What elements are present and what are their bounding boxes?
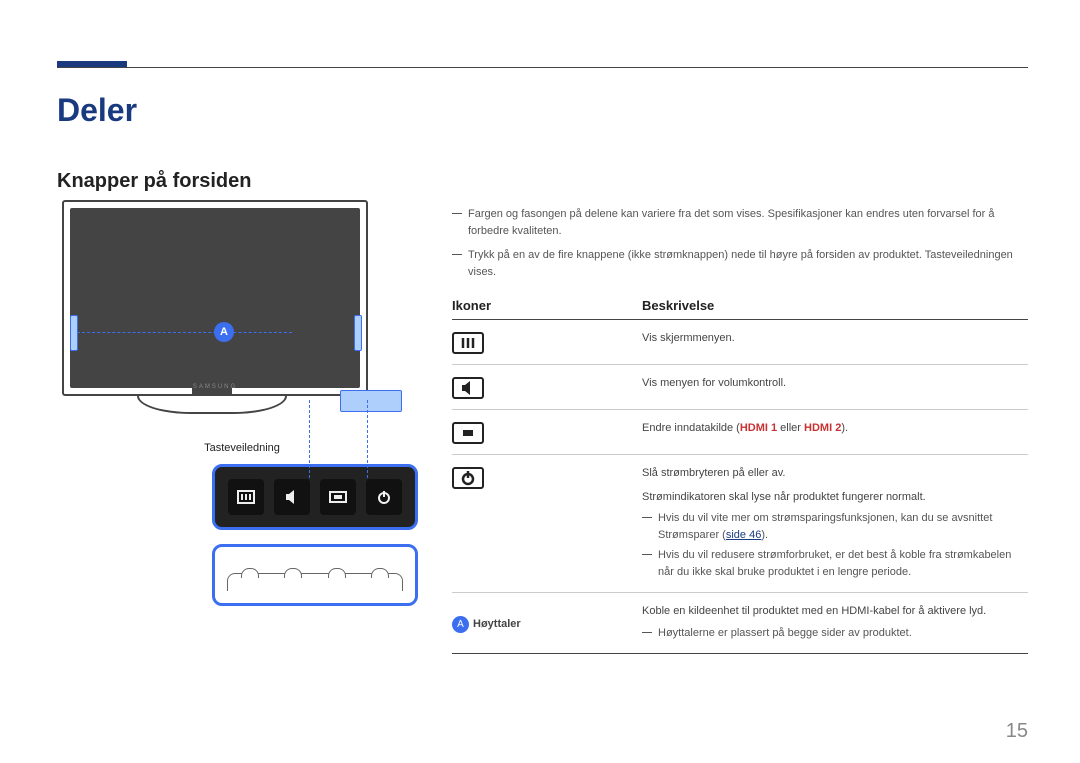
description-column: Fargen og fasongen på delene kan variere… bbox=[452, 206, 1028, 654]
table-row: Slå strømbryteren på eller av. Strømindi… bbox=[452, 455, 1028, 593]
speaker-highlight-right bbox=[354, 315, 362, 351]
row-desc: Endre inndatakilde (HDMI 1 eller HDMI 2)… bbox=[642, 420, 1028, 444]
text: ). bbox=[841, 422, 848, 434]
menu-button-icon bbox=[228, 479, 264, 515]
text: Strømindikatoren skal lyse når produktet… bbox=[642, 489, 1028, 507]
table-row: Vis skjermmenyen. bbox=[452, 320, 1028, 365]
page-title: Deler bbox=[57, 92, 137, 129]
monitor-stand bbox=[137, 396, 287, 414]
speaker-label: Høyttaler bbox=[473, 618, 521, 630]
text: eller bbox=[777, 422, 804, 434]
callout-line-vertical bbox=[309, 400, 310, 478]
note-text: Høyttalerne er plassert på begge sider a… bbox=[642, 625, 1028, 642]
brand-label: SAMSUNG bbox=[193, 384, 237, 390]
power-button-icon bbox=[366, 479, 402, 515]
button-bump bbox=[371, 568, 389, 578]
page-number: 15 bbox=[1006, 720, 1028, 743]
col-header-desc: Beskrivelse bbox=[642, 298, 1028, 313]
row-desc: Vis menyen for volumkontroll. bbox=[642, 375, 1028, 399]
hdmi1-label: HDMI 1 bbox=[740, 422, 777, 434]
table-row: A Høyttaler Koble en kildeenhet til prod… bbox=[452, 593, 1028, 654]
speaker-highlight-left bbox=[70, 315, 78, 351]
button-panel-zoom bbox=[212, 464, 418, 530]
volume-button-icon bbox=[274, 479, 310, 515]
text: ). bbox=[761, 529, 768, 541]
col-header-icons: Ikoner bbox=[452, 298, 642, 313]
callout-line-vertical bbox=[367, 400, 368, 478]
guide-caption: Tasteveiledning bbox=[57, 442, 427, 454]
monitor-frame: SAMSUNG bbox=[62, 200, 368, 396]
marker-a-icon: A bbox=[214, 322, 234, 342]
power-icon bbox=[452, 467, 484, 489]
note-text: Fargen og fasongen på delene kan variere… bbox=[452, 206, 1028, 239]
marker-a-icon: A bbox=[452, 616, 469, 633]
button-bump bbox=[241, 568, 259, 578]
bottom-edge-zoom bbox=[212, 544, 418, 606]
monitor-illustration: SAMSUNG A bbox=[57, 200, 412, 430]
button-area-highlight bbox=[340, 390, 402, 412]
volume-icon bbox=[452, 377, 484, 399]
note-text: Hvis du vil vite mer om strømsparingsfun… bbox=[642, 510, 1028, 543]
header-rule bbox=[57, 67, 1028, 68]
note-text: Hvis du vil redusere strømforbruket, er … bbox=[642, 547, 1028, 580]
zoom-callout bbox=[212, 464, 418, 606]
menu-icon bbox=[452, 332, 484, 354]
row-desc: Slå strømbryteren på eller av. Strømindi… bbox=[642, 465, 1028, 582]
text: Endre inndatakilde ( bbox=[642, 422, 740, 434]
source-icon bbox=[452, 422, 484, 444]
button-bump bbox=[328, 568, 346, 578]
table-header: Ikoner Beskrivelse bbox=[452, 290, 1028, 320]
section-title: Knapper på forsiden bbox=[57, 170, 251, 193]
table-row: Vis menyen for volumkontroll. bbox=[452, 365, 1028, 410]
row-desc: Koble en kildeenhet til produktet med en… bbox=[642, 603, 1028, 643]
illustration-column: SAMSUNG A Tasteveiledning bbox=[57, 200, 427, 606]
note-text: Trykk på en av de fire knappene (ikke st… bbox=[452, 247, 1028, 280]
source-button-icon bbox=[320, 479, 356, 515]
callout-line-horizontal bbox=[77, 332, 292, 333]
text: Hvis du vil vite mer om strømsparingsfun… bbox=[658, 512, 992, 541]
button-bump bbox=[284, 568, 302, 578]
page-link[interactable]: side 46 bbox=[726, 529, 761, 541]
text: Slå strømbryteren på eller av. bbox=[642, 465, 1028, 483]
table-row: Endre inndatakilde (HDMI 1 eller HDMI 2)… bbox=[452, 410, 1028, 455]
text: Koble en kildeenhet til produktet med en… bbox=[642, 603, 1028, 621]
row-desc: Vis skjermmenyen. bbox=[642, 330, 1028, 354]
hdmi2-label: HDMI 2 bbox=[804, 422, 841, 434]
